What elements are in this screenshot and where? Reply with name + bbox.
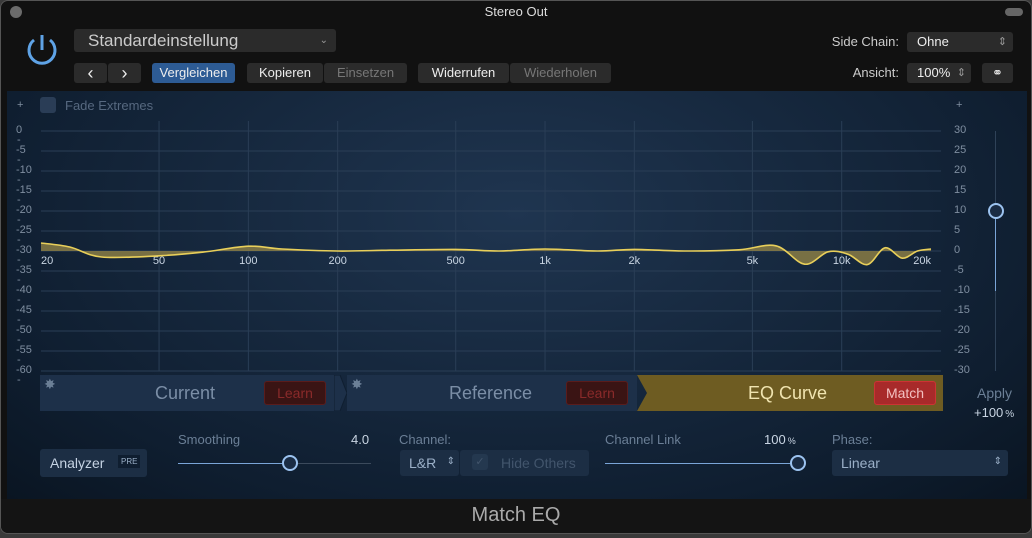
gear-icon[interactable]: ✸ [44, 376, 56, 393]
right-scale-label: -25 [954, 344, 970, 356]
channel-link-knob[interactable] [790, 455, 806, 471]
smoothing-slider[interactable] [178, 455, 371, 471]
phase-select[interactable]: Linear ⇕ [832, 450, 1008, 476]
channel-select[interactable]: L&R ⇕ [400, 450, 459, 476]
freq-label: 2k [629, 255, 641, 267]
right-scale-label: -15 [954, 304, 970, 316]
segment-arrow [334, 375, 348, 411]
right-scale-label: -5 [954, 264, 964, 276]
channel-link-label: Channel Link [605, 432, 681, 447]
right-scale-label: 20 [954, 164, 967, 176]
smoothing-value: 4.0 [351, 432, 370, 447]
phase-label: Phase: [832, 432, 873, 447]
learn-current-button[interactable]: Learn [264, 381, 326, 405]
updown-icon: ⇕ [993, 456, 1002, 467]
hide-others-label: Hide Others [501, 455, 576, 471]
freq-label: 20 [41, 255, 53, 267]
apply-label: Apply [977, 385, 1013, 401]
updown-icon: ⇕ [446, 456, 455, 467]
apply-slider-fill [995, 211, 996, 291]
checkmark-icon: ✓ [472, 454, 488, 470]
apply-slider-knob[interactable] [988, 203, 1004, 219]
analyzer-button[interactable]: Analyzer PRE [40, 449, 147, 477]
right-scale-label: 10 [954, 204, 967, 216]
scale-tick: - [17, 374, 21, 386]
right-scale-label: 25 [954, 144, 967, 156]
plugin-name: Match EQ [1, 499, 1031, 533]
learn-reference-button[interactable]: Learn [566, 381, 628, 405]
freq-label: 10k [833, 255, 851, 267]
smoothing-knob[interactable] [281, 455, 298, 471]
analyzer-label: Analyzer [50, 455, 105, 471]
freq-label: 200 [328, 255, 346, 267]
gear-icon[interactable]: ✸ [351, 376, 363, 393]
right-scale-label: -20 [954, 324, 970, 336]
right-scale-label: -10 [954, 284, 970, 296]
segment-reference[interactable]: ✸ Reference Learn [347, 375, 637, 411]
match-button[interactable]: Match [874, 381, 936, 405]
right-scale-label: 5 [954, 224, 961, 236]
freq-label: 500 [447, 255, 465, 267]
segment-eq-curve[interactable]: EQ Curve Match [647, 375, 943, 411]
reference-label: Reference [449, 383, 533, 403]
hide-others-checkbox[interactable]: ✓ Hide Others [460, 450, 589, 476]
freq-label: 20k [913, 255, 931, 267]
phase-value: Linear [841, 455, 880, 471]
freq-label: 100 [239, 255, 257, 267]
channel-label: Channel: [399, 432, 452, 447]
right-scale-label: 30 [954, 124, 967, 136]
channel-value: L&R [409, 455, 437, 471]
right-scale-label: 0 [954, 244, 961, 256]
smoothing-label: Smoothing [178, 432, 241, 447]
eq-curve-label: EQ Curve [748, 383, 828, 403]
segment-current[interactable]: ✸ Current Learn [40, 375, 340, 411]
channel-link-slider[interactable] [605, 455, 806, 471]
channel-link-value: 100% [764, 432, 796, 447]
eq-graph[interactable]: 20 5 0 100 200 500 1k 2k 5k 10k 20k [1, 1, 1032, 421]
current-label: Current [155, 383, 216, 403]
pre-badge[interactable]: PRE [118, 455, 141, 468]
freq-label: 5k [747, 255, 759, 267]
right-scale-label: 15 [954, 184, 967, 196]
right-scale-label: -30 [954, 364, 970, 376]
freq-label: 1k [539, 255, 551, 267]
apply-value: +100% [974, 405, 1015, 420]
plugin-window: Stereo Out Standardeinstellung ⌄ ‹ › Verg… [0, 0, 1032, 534]
